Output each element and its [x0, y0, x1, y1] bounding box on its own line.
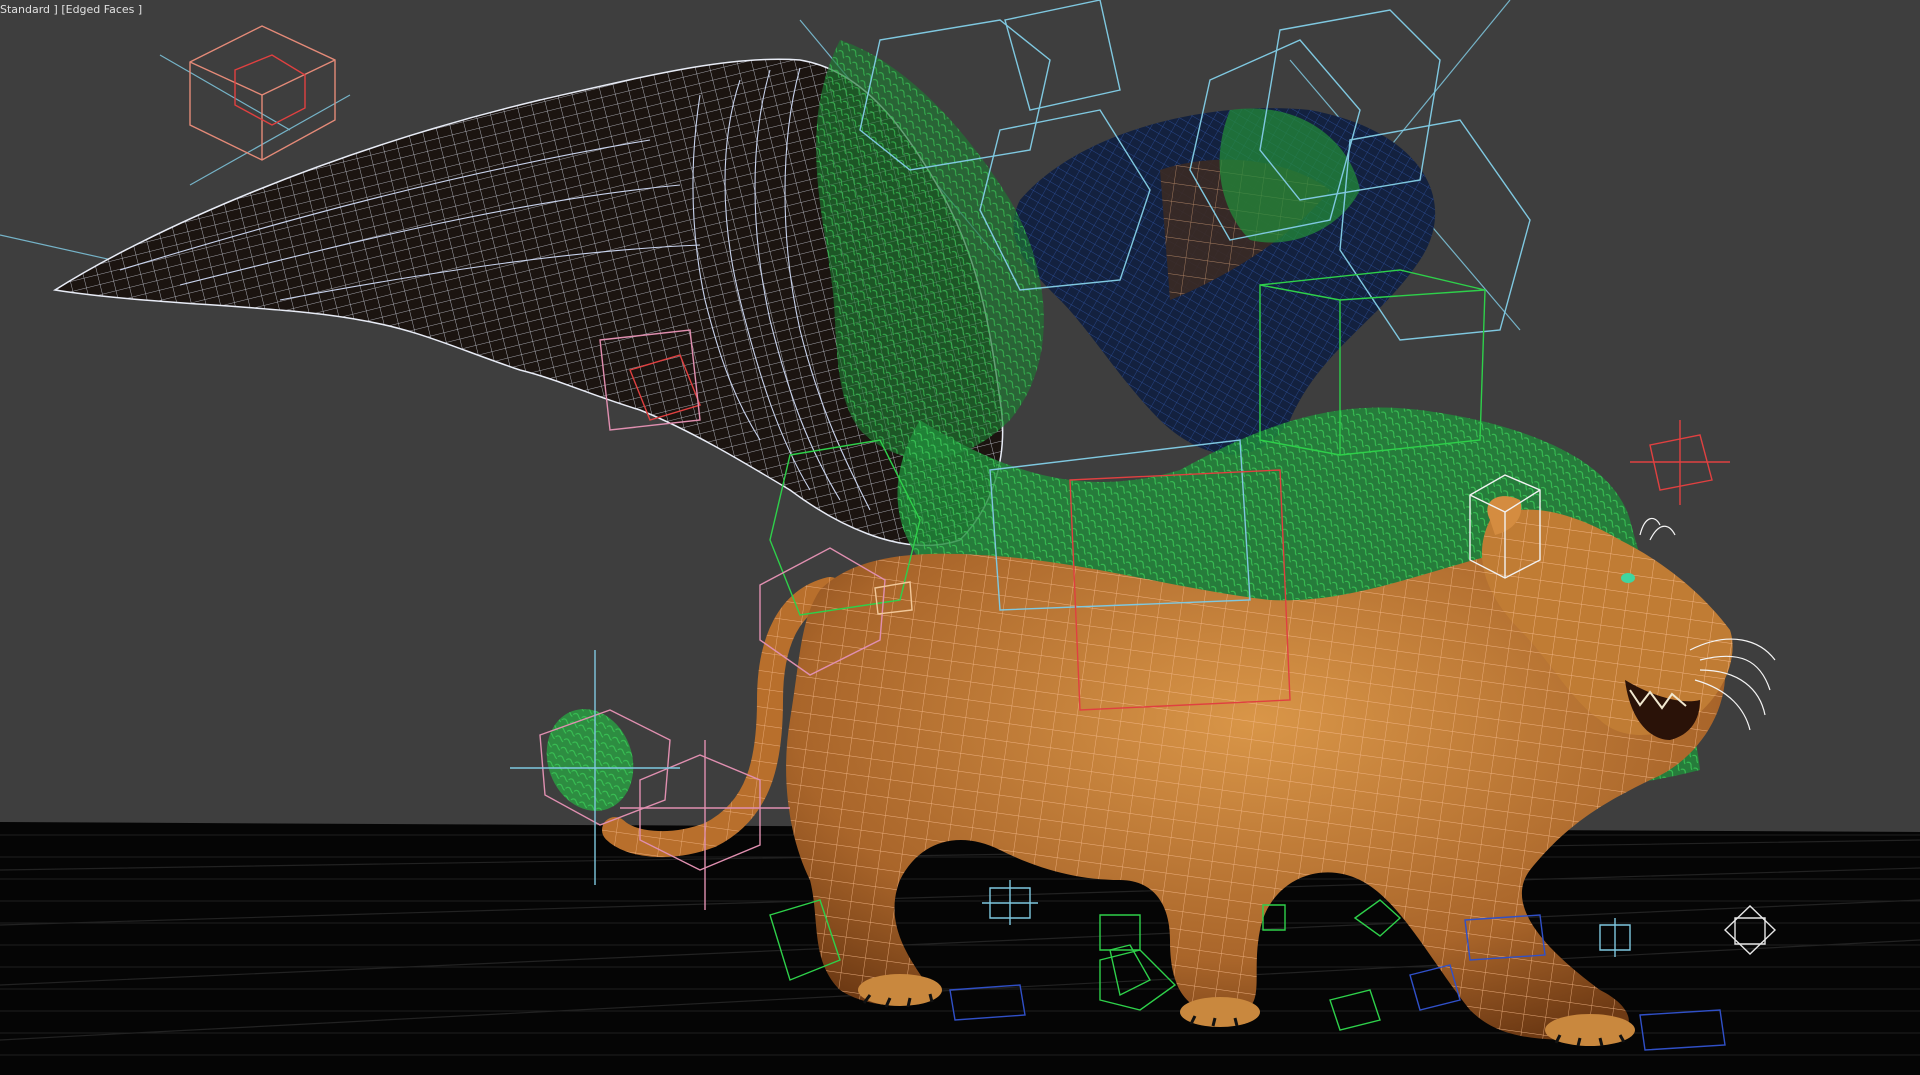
- viewport-label[interactable]: Standard ] [Edged Faces ]: [0, 2, 142, 18]
- 3d-viewport[interactable]: Standard ] [Edged Faces ]: [0, 0, 1920, 1075]
- scene-render: [0, 0, 1920, 1075]
- ground-plane: [0, 822, 1920, 1075]
